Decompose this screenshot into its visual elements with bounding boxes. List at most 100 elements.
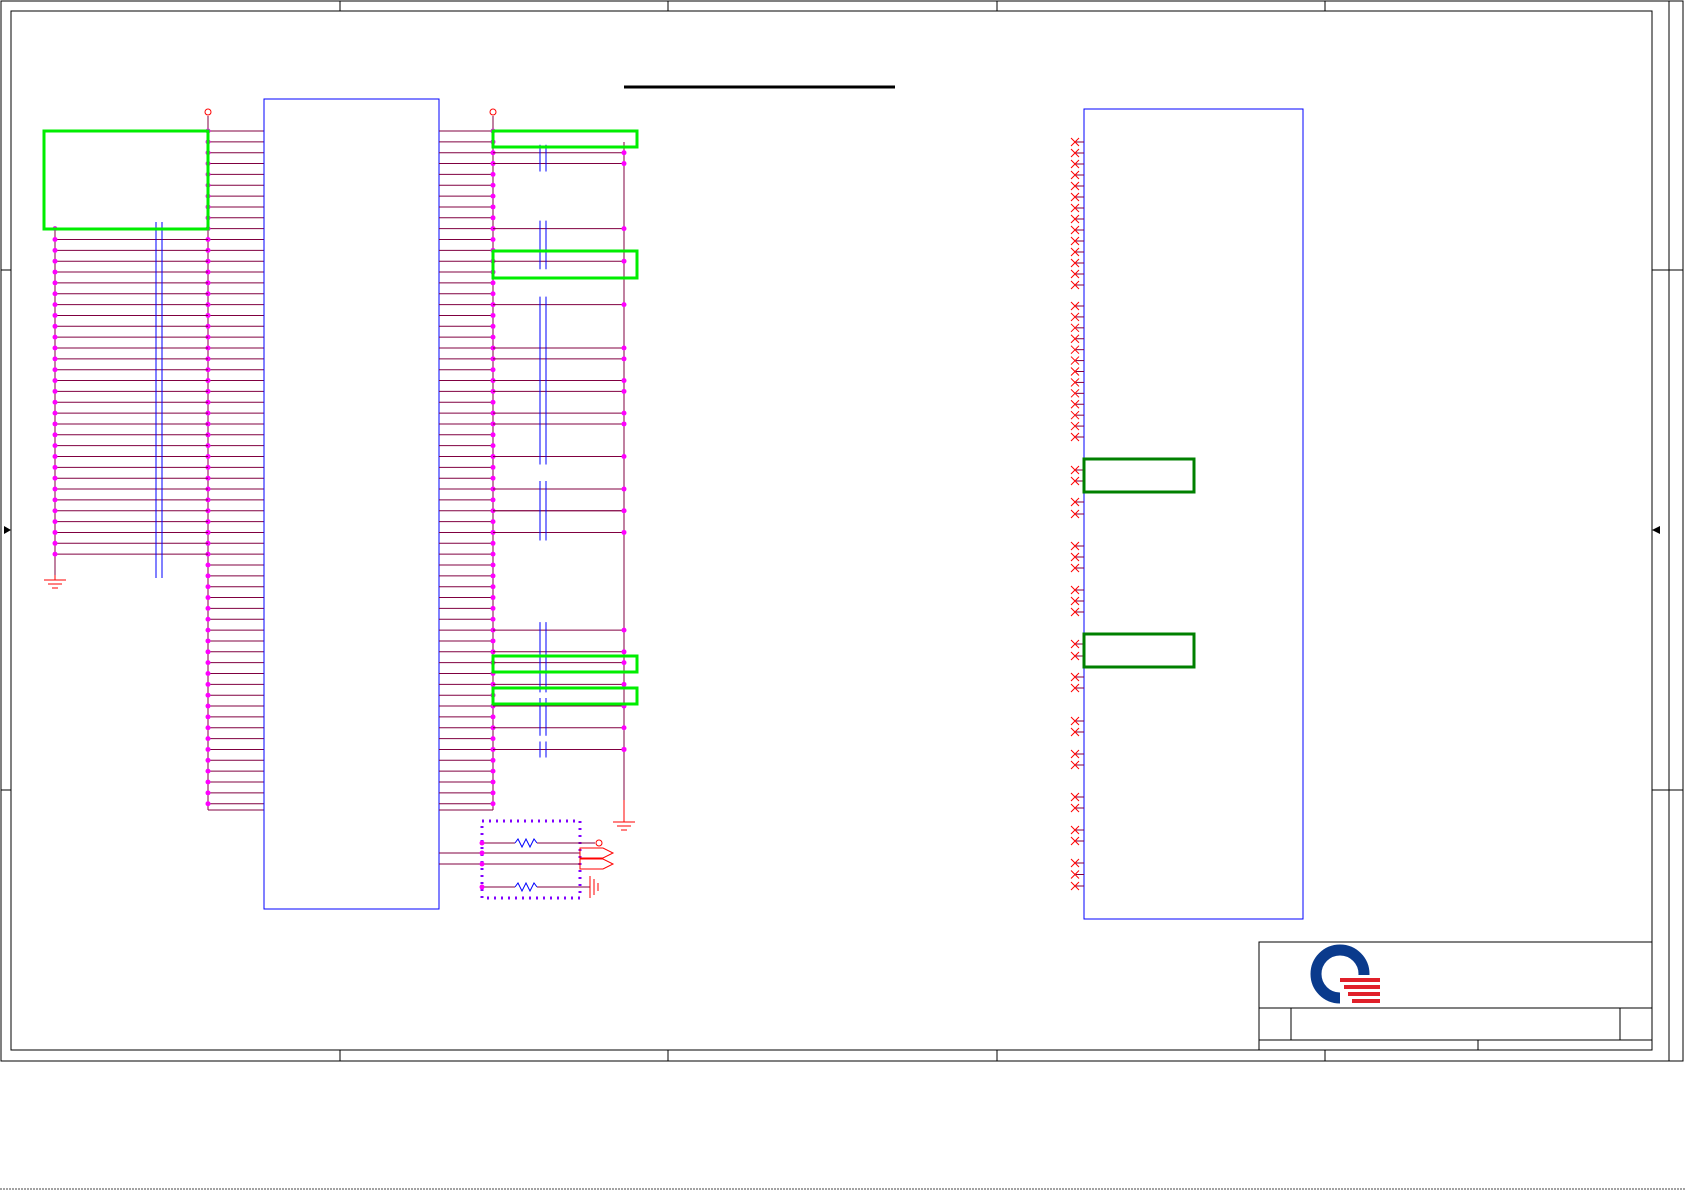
junction-dot — [621, 681, 627, 687]
junction-dot — [52, 269, 58, 275]
junction-dot — [52, 356, 58, 362]
junction-dot — [621, 421, 627, 427]
highlight-box-r1 — [491, 129, 639, 149]
junction-dot — [205, 703, 211, 709]
junction-dot — [205, 638, 211, 644]
resistor-icon — [514, 881, 538, 893]
junction-dot — [490, 475, 496, 481]
junction-dot — [52, 247, 58, 253]
junction-dot — [52, 302, 58, 308]
junction-dot — [205, 692, 211, 698]
power-connector-left-body[interactable] — [263, 98, 440, 910]
junction-dot — [52, 508, 58, 514]
junction-dot — [490, 280, 496, 286]
junction-dot — [490, 768, 496, 774]
junction-dot — [205, 725, 211, 731]
junction-dot — [621, 529, 627, 535]
resistor-icon — [514, 837, 538, 849]
junction-dot — [490, 367, 496, 373]
junction-dot — [52, 399, 58, 405]
junction-dot — [490, 714, 496, 720]
highlight-box-nc2 — [1082, 632, 1196, 669]
power-pin-icon — [204, 108, 212, 116]
junction-dot — [621, 508, 627, 514]
junction-dot — [52, 454, 58, 459]
junction-dot — [490, 562, 496, 568]
junction-dot — [490, 638, 496, 644]
junction-dot — [205, 616, 211, 622]
junction-dot — [490, 323, 496, 329]
highlight-box-r2 — [491, 249, 639, 280]
junction-dot — [52, 443, 58, 449]
junction-dot — [621, 302, 627, 308]
junction-dot — [490, 193, 496, 199]
junction-dot — [490, 779, 496, 785]
junction-dot — [205, 681, 211, 687]
junction-dot — [52, 519, 58, 525]
highlight-box-r4 — [491, 686, 639, 706]
junction-dot — [52, 237, 58, 242]
junction-dot — [52, 497, 58, 503]
resistor-group-box — [480, 819, 582, 900]
junction-dot — [205, 714, 211, 720]
connector-right-body[interactable] — [1083, 108, 1304, 920]
junction-dot — [490, 790, 496, 796]
junction-dot — [52, 367, 58, 373]
junction-dot — [621, 378, 627, 384]
junction-dot — [52, 378, 58, 384]
junction-dot — [621, 258, 627, 264]
junction-dot — [205, 595, 211, 601]
junction-dot — [205, 768, 211, 774]
junction-dot — [52, 258, 58, 264]
right-pin-wires — [439, 128, 496, 807]
junction-dot — [52, 475, 58, 481]
junction-dot — [52, 334, 58, 340]
junction-dot — [205, 605, 211, 611]
junction-dot — [52, 312, 58, 318]
junction-dot — [205, 736, 211, 742]
junction-dot — [621, 486, 627, 492]
junction-dot — [490, 399, 496, 405]
junction-dot — [490, 215, 496, 221]
logo-q-icon — [1310, 944, 1380, 1005]
junction-dot — [490, 757, 496, 763]
junction-dot — [52, 345, 58, 351]
junction-dot — [490, 237, 496, 242]
highlight-box-left — [42, 129, 210, 231]
highlight-box-nc1 — [1082, 457, 1196, 494]
junction-dot — [52, 323, 58, 329]
junction-dot — [490, 616, 496, 622]
junction-dot — [205, 671, 211, 676]
junction-dot — [52, 486, 58, 492]
junction-dot — [621, 388, 627, 394]
junction-dot — [621, 725, 627, 731]
junction-dot — [205, 779, 211, 785]
port-arrow-icon — [579, 858, 615, 870]
junction-dot — [490, 182, 496, 188]
junction-dot — [490, 443, 496, 449]
junction-dot — [621, 161, 627, 167]
junction-dot — [205, 573, 211, 579]
ground-icon — [44, 575, 66, 589]
junction-dot — [490, 204, 496, 210]
port-arrow-icon — [579, 847, 615, 859]
highlight-boxes — [42, 129, 639, 706]
highlight-box-r3 — [491, 654, 639, 674]
junction-dot — [490, 464, 496, 470]
junction-dot — [52, 551, 58, 557]
junction-dot — [52, 291, 58, 297]
junction-dot — [52, 410, 58, 416]
junction-dot — [490, 595, 496, 601]
drawing-frame — [0, 0, 1684, 1062]
left-decoupling-caps — [52, 222, 208, 578]
junction-dot — [490, 312, 496, 318]
resistor-network — [439, 819, 615, 900]
junction-dot — [205, 562, 211, 568]
junction-dot — [621, 746, 627, 752]
junction-dot — [621, 627, 627, 633]
junction-dot — [205, 801, 211, 807]
junction-dot — [621, 660, 627, 666]
junction-dot — [490, 573, 496, 579]
ground-icon — [589, 876, 599, 898]
junction-dot — [205, 790, 211, 796]
